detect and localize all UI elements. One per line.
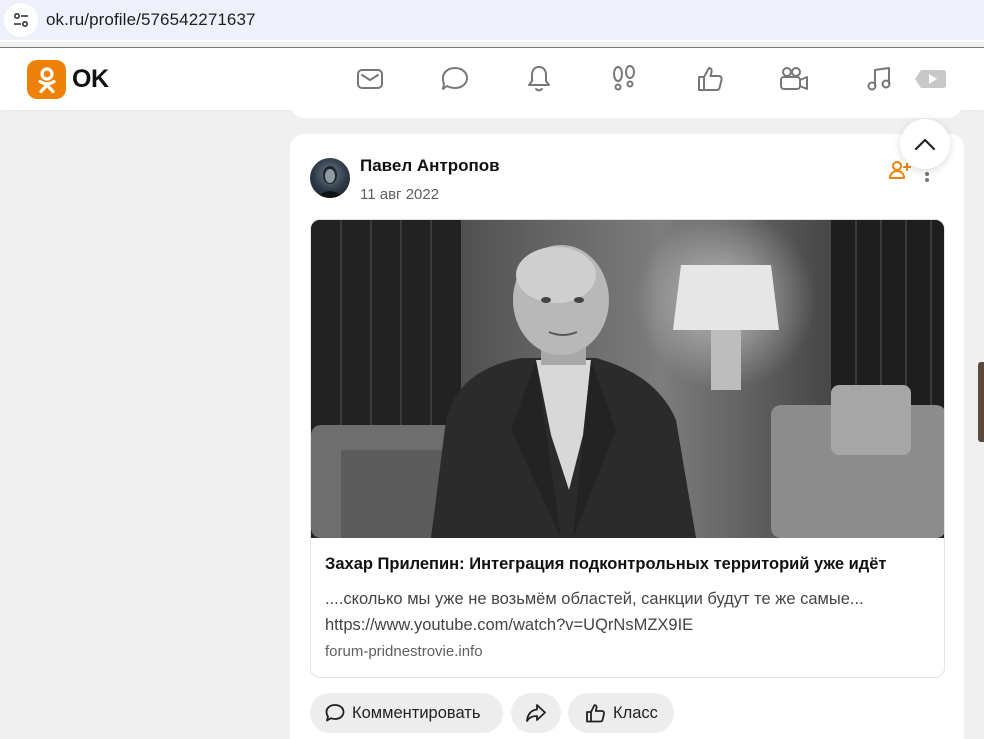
comment-button[interactable]: Комментировать xyxy=(310,693,503,733)
music-icon[interactable] xyxy=(863,63,895,95)
link-title[interactable]: Захар Прилепин: Интеграция подконтрольны… xyxy=(325,555,887,574)
link-domain: forum-pridnestrovie.info xyxy=(325,643,483,660)
class-button[interactable]: Класс xyxy=(568,693,674,733)
omnibox[interactable]: ok.ru/profile/576542271637 xyxy=(0,0,984,40)
comment-icon xyxy=(325,704,345,722)
scroll-to-top-button[interactable] xyxy=(900,119,950,169)
adjacent-content-thumbnail xyxy=(978,362,984,442)
link-preview-card[interactable]: Захар Прилепин: Интеграция подконтрольны… xyxy=(310,219,945,678)
bell-icon[interactable] xyxy=(523,63,555,95)
ok-logo[interactable]: OK xyxy=(27,60,109,99)
class-button-label: Класс xyxy=(613,703,658,722)
post-date: 11 авг 2022 xyxy=(360,186,440,203)
ok-logo-text: OK xyxy=(72,65,109,93)
mail-icon[interactable] xyxy=(354,63,386,95)
link-url-text: https://www.youtube.com/watch?v=UQrNsMZX… xyxy=(325,616,694,634)
link-description-text: ....сколько мы уже не возьмём областей, … xyxy=(325,590,864,608)
video-camera-icon[interactable] xyxy=(778,63,810,95)
browser-address-bar: ok.ru/profile/576542271637 xyxy=(0,0,984,42)
like-icon[interactable] xyxy=(694,63,726,95)
link-preview-image[interactable] xyxy=(311,220,944,538)
like-outline-icon xyxy=(586,704,605,723)
share-button[interactable] xyxy=(511,693,561,733)
footprints-icon[interactable] xyxy=(608,63,640,95)
post-author-name[interactable]: Павел Антропов xyxy=(360,156,500,176)
chat-icon[interactable] xyxy=(439,63,471,95)
comment-button-label: Комментировать xyxy=(352,703,481,722)
site-info-icon[interactable] xyxy=(4,3,38,37)
previous-post-card xyxy=(290,96,962,118)
link-description: ....сколько мы уже не возьмём областей, … xyxy=(325,586,935,638)
url-text[interactable]: ok.ru/profile/576542271637 xyxy=(46,10,256,30)
share-icon xyxy=(526,704,546,722)
ok-logo-badge-icon xyxy=(27,60,66,99)
author-avatar[interactable] xyxy=(310,158,350,198)
chevron-up-icon xyxy=(914,138,936,151)
video-play-icon[interactable] xyxy=(912,63,948,95)
post-card: Павел Антропов 11 авг 2022 Захар Прилепи… xyxy=(290,134,964,739)
